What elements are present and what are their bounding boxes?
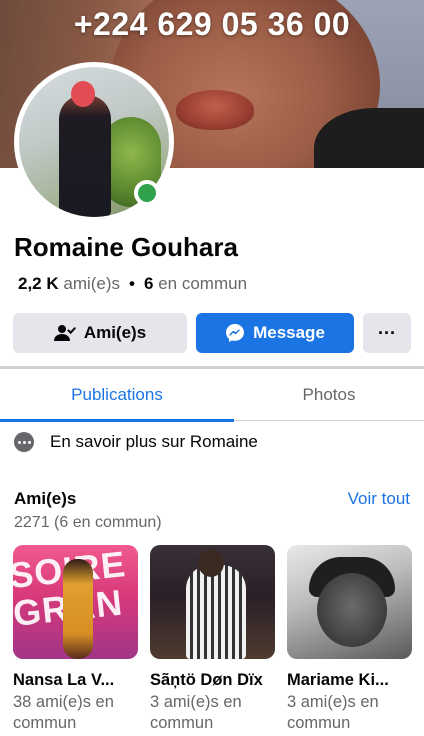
friend-name: Sãņtö Døn Dïx — [150, 671, 263, 689]
friend-card[interactable]: SOIREGRAN Nansa La V... 38 ami(e)s en co… — [13, 545, 138, 734]
active-tab-indicator — [0, 419, 234, 422]
friend-card[interactable]: Sãņtö Døn Dïx 3 ami(e)s en commun — [150, 545, 275, 734]
more-dots-icon — [14, 432, 34, 452]
friend-name: Mariame Ki... — [287, 671, 389, 689]
friends-label: ami(e)s — [63, 274, 121, 293]
friend-check-icon — [53, 324, 76, 342]
mutual-label: en commun — [158, 274, 248, 293]
friend-photo — [287, 545, 412, 659]
online-status-indicator — [134, 180, 160, 206]
friend-name: Nansa La V... — [13, 671, 115, 689]
friends-section-count: 2271 (6 en commun) — [14, 514, 162, 531]
avatar-person — [59, 95, 111, 217]
tab-photos[interactable]: Photos — [234, 369, 424, 421]
see-all-friends-link[interactable]: Voir tout — [348, 489, 410, 509]
tab-photos-label: Photos — [302, 385, 356, 404]
profile-tabs: Publications Photos — [0, 369, 424, 422]
message-button-label: Message — [253, 323, 325, 342]
cover-phone-text: +224 629 05 36 00 — [73, 6, 351, 42]
friends-count: 2,2 K — [18, 274, 59, 293]
friends-section-title: Ami(e)s — [14, 489, 77, 508]
mutual-count: 6 — [144, 274, 154, 293]
friend-photo — [150, 545, 275, 659]
about-row[interactable]: En savoir plus sur Romaine — [14, 432, 258, 452]
avatar-head — [71, 81, 95, 107]
messenger-icon — [225, 323, 245, 343]
friends-button[interactable]: Ami(e)s — [13, 313, 187, 353]
cover-lips — [176, 90, 254, 130]
message-button[interactable]: Message — [196, 313, 354, 353]
friend-mutual: 3 ami(e)s en commun — [287, 693, 379, 732]
friend-mutual: 3 ami(e)s en commun — [150, 693, 242, 732]
friend-card[interactable]: Mariame Ki... 3 ami(e)s en commun — [287, 545, 412, 734]
profile-name: Romaine Gouhara — [14, 232, 238, 262]
friends-button-label: Ami(e)s — [83, 323, 147, 342]
more-options-button[interactable]: ··· — [363, 313, 411, 353]
about-label: En savoir plus sur Romaine — [50, 432, 258, 451]
more-options-label: ··· — [378, 322, 396, 343]
profile-counts: 2,2 K ami(e)s • 6 en commun — [18, 274, 247, 294]
tab-publications[interactable]: Publications — [0, 369, 234, 422]
friend-photo: SOIREGRAN — [13, 545, 138, 659]
tab-publications-label: Publications — [71, 385, 163, 404]
counts-separator: • — [129, 274, 135, 293]
friend-mutual: 38 ami(e)s en commun — [13, 693, 114, 732]
